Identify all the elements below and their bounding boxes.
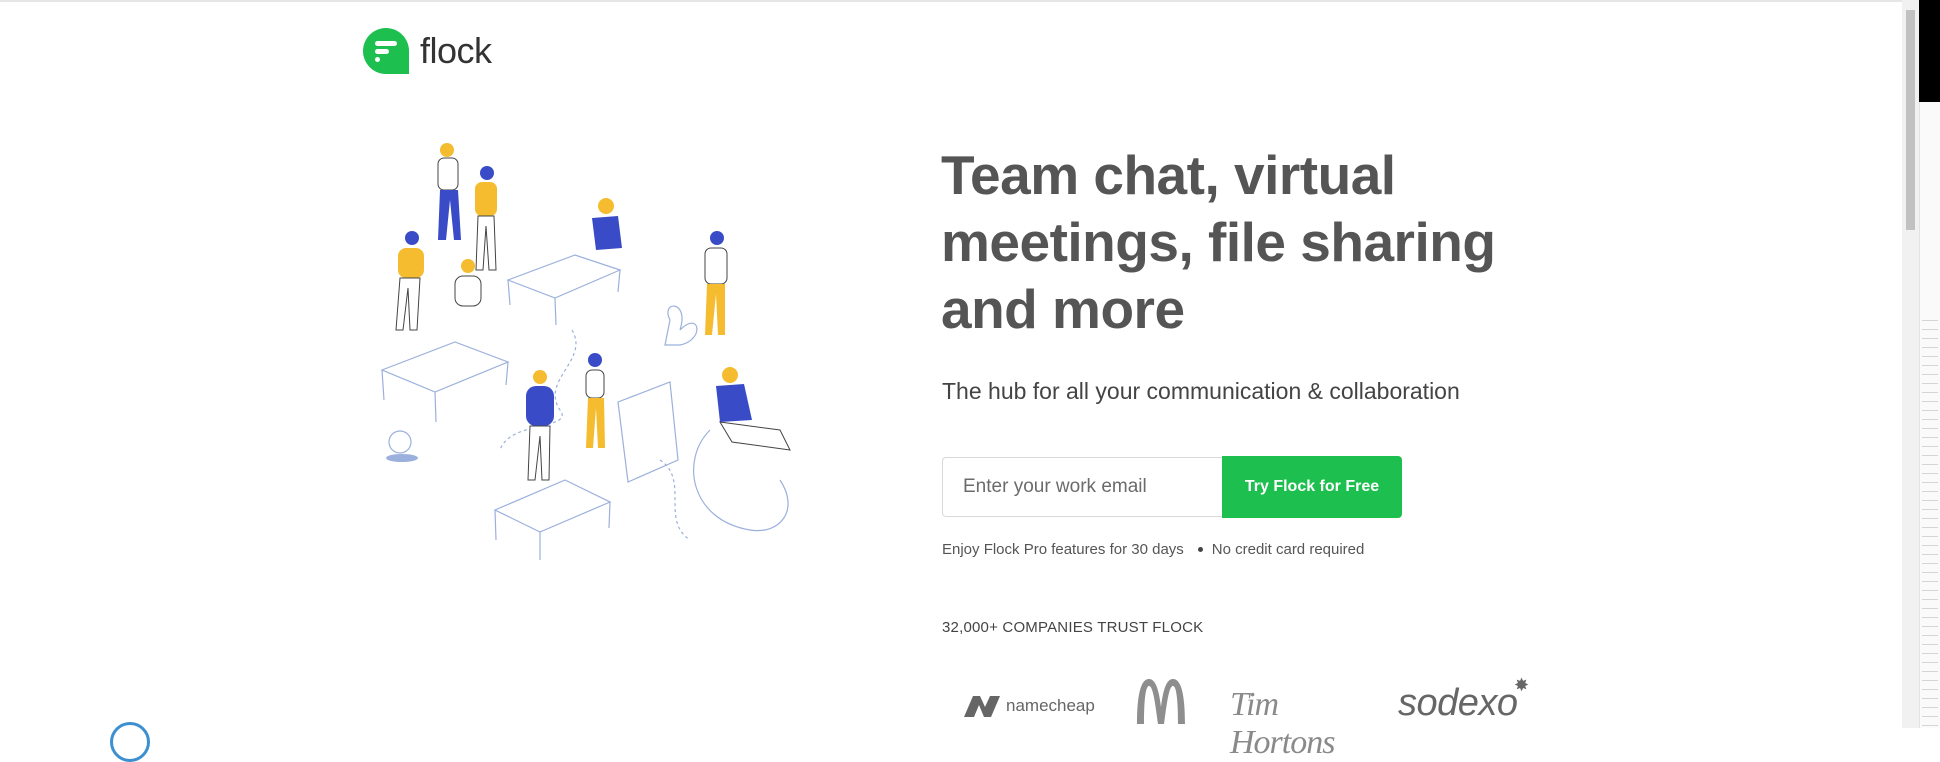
namecheap-logo: namecheap [962,693,1095,719]
signup-notes: Enjoy Flock Pro features for 30 days No … [942,541,1364,558]
namecheap-wordmark: namecheap [1006,696,1095,715]
headline-line-2: meetings, file sharing [941,211,1496,273]
trust-heading: 32,000+ COMPANIES TRUST FLOCK [942,619,1204,636]
trial-note: Enjoy Flock Pro features for 30 days [942,541,1184,558]
flock-chat-bubble-icon [362,27,410,75]
flock-logo-link[interactable]: flock [362,27,492,75]
work-email-input[interactable] [942,457,1222,517]
scrollbar-thumb[interactable] [1906,10,1915,230]
brand-name: flock [420,30,492,71]
top-border [0,0,1902,2]
headline-line-1: Team chat, virtual [941,144,1396,206]
hero-subheadline: The hub for all your communication & col… [942,378,1460,404]
tim-hortons-logo: Tim Hortons [1230,686,1335,761]
side-panel-header [1919,0,1940,102]
chat-widget-icon[interactable] [110,722,150,762]
team-collaboration-illustration [360,130,830,600]
side-ruler [1922,320,1938,728]
try-flock-free-button[interactable]: Try Flock for Free [1222,456,1402,518]
namecheap-n-icon [964,696,1000,717]
signup-form: Try Flock for Free [942,456,1402,518]
no-card-note: No credit card required [1211,541,1365,558]
sodexo-star-icon: ✸ [1514,675,1529,695]
headline-line-3: and more [941,278,1185,340]
sodexo-logo: sodexo ✸ [1398,675,1529,724]
hero-headline: Team chat, virtual meetings, file sharin… [941,142,1501,343]
bullet-separator [1197,547,1203,552]
golden-arches-icon [1137,679,1185,724]
mcdonalds-logo [1134,677,1188,730]
